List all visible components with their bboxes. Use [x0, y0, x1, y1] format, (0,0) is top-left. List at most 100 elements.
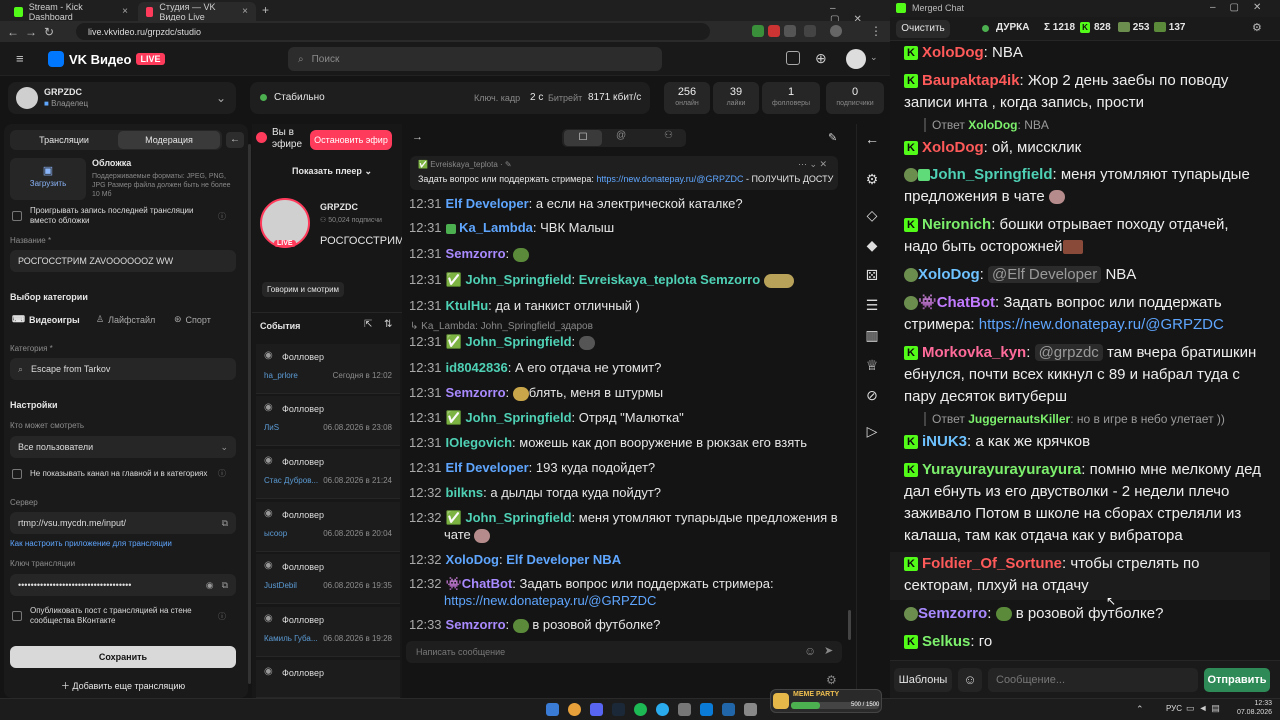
menu-icon[interactable]: ⋮ — [870, 24, 882, 38]
app-icon[interactable] — [700, 703, 713, 716]
play-last-checkbox-row[interactable]: Проигрывать запись последней трансляции … — [12, 206, 240, 226]
users-icon[interactable]: ⚇ — [664, 130, 673, 141]
message-link[interactable]: https://new.donatepay.ru/@GRPZDC — [444, 593, 656, 608]
chevron-down-icon[interactable]: ⌄ — [870, 52, 878, 63]
category-lifestyle[interactable]: ♙ Лайфстайл — [96, 314, 155, 325]
studio-icon[interactable] — [786, 51, 800, 65]
extension-icon[interactable] — [752, 25, 764, 37]
language-indicator[interactable]: РУС — [1166, 704, 1182, 713]
vk-message-input[interactable]: Написать сообщение ☺ ➤ — [406, 641, 842, 663]
checkbox[interactable] — [12, 468, 22, 479]
trophy-icon[interactable]: ♕ — [864, 357, 880, 373]
event-user[interactable]: Камиль Губа... — [264, 634, 318, 643]
gear-icon[interactable]: ⚙ — [826, 673, 837, 687]
username[interactable]: Morkovka_kyn — [922, 344, 1026, 361]
extensions-icon[interactable] — [804, 25, 816, 37]
username[interactable]: IOlegovich — [446, 435, 512, 450]
event-user[interactable]: ысоор — [264, 529, 287, 538]
username[interactable]: John_Springfield — [465, 272, 571, 287]
username[interactable]: XoloDog — [922, 139, 984, 156]
hide-channel-checkbox-row[interactable]: Не показывать канал на главной и в катег… — [12, 468, 240, 479]
username[interactable]: Semzorro — [446, 246, 506, 261]
system-status-icons[interactable]: ▭◄▤ — [1186, 703, 1224, 714]
templates-button[interactable]: Шаблоны — [894, 668, 952, 692]
event-user[interactable]: JustDebil — [264, 581, 297, 590]
mentions-icon[interactable]: @ — [616, 130, 626, 141]
tray-icons[interactable]: ⌃ — [1136, 704, 1144, 715]
chart-icon[interactable]: ▥ — [864, 327, 880, 343]
copy-icon[interactable]: ⧉ — [222, 518, 228, 529]
username[interactable]: ChatBot — [937, 294, 995, 311]
username[interactable]: Foldier_Of_Sortune — [922, 555, 1062, 572]
tab-streams[interactable]: Трансляции — [12, 131, 116, 149]
hamburger-icon[interactable]: ≡ — [16, 52, 32, 66]
blocked-icon[interactable]: ⊘ — [864, 387, 880, 403]
window-controls[interactable]: –▢✕ — [1210, 2, 1275, 13]
event-user[interactable]: ЛиS — [264, 423, 279, 432]
username[interactable]: John_Springfield — [465, 334, 571, 349]
extension-icon[interactable] — [784, 25, 796, 37]
channel-selector[interactable]: GRPZDC ■ Владелец ⌄ — [8, 82, 236, 114]
close-icon[interactable]: × — [122, 6, 128, 17]
profile-avatar[interactable] — [830, 25, 842, 37]
diamond-icon[interactable]: ◇ — [864, 207, 880, 223]
username[interactable]: Ka_Lambda — [459, 220, 533, 235]
send-icon[interactable]: ➤ — [824, 644, 833, 657]
clear-button[interactable]: Очистить — [896, 20, 950, 38]
merged-message-input[interactable]: Сообщение... — [988, 668, 1198, 692]
username[interactable]: KtulHu — [446, 298, 489, 313]
chrome-icon[interactable] — [568, 703, 581, 716]
vk-logo[interactable]: VK Видео LIVE — [48, 51, 165, 67]
setup-link[interactable]: Как настроить приложение для трансляции — [10, 539, 172, 548]
checkbox[interactable] — [12, 611, 22, 621]
category-field[interactable]: ⌕ Escape from Tarkov — [10, 358, 236, 380]
username[interactable]: Semzorro — [446, 385, 506, 400]
username[interactable]: Baupaktap4ik — [922, 72, 1020, 89]
message-link[interactable]: https://new.donatepay.ru/@GRPZDC — [979, 316, 1224, 333]
reply-preview[interactable]: ↳ Ka_Lambda: John_Springfield_здаров — [410, 321, 593, 332]
forward-icon[interactable]: → — [22, 25, 40, 39]
mention[interactable]: @Elf Developer — [988, 266, 1102, 283]
open-external-icon[interactable]: ⇱ — [364, 319, 372, 330]
back-arrow-icon[interactable]: ← — [864, 131, 880, 147]
play-icon[interactable]: ▷ — [864, 423, 880, 439]
steam-icon[interactable] — [612, 703, 625, 716]
app-icon[interactable] — [678, 703, 691, 716]
username[interactable]: John_Springfield — [465, 410, 571, 425]
avatar[interactable] — [846, 49, 866, 69]
reply-quote[interactable]: Ответ JuggernautsKiller: но в игре в неб… — [924, 412, 1225, 426]
chat-scrollbar[interactable] — [848, 610, 851, 640]
publish-post-checkbox-row[interactable]: Опубликовать пост с трансляцией на стене… — [12, 606, 240, 626]
list-icon[interactable]: ☰ — [864, 297, 880, 313]
filter-icon[interactable]: ⇅ — [384, 319, 392, 330]
username[interactable]: Semzorro — [918, 605, 987, 622]
telegram-icon[interactable] — [656, 703, 669, 716]
spotify-icon[interactable] — [634, 703, 647, 716]
server-field[interactable]: rtmp://vsu.mycdn.me/input/ ⧉ — [10, 512, 236, 534]
discord-icon[interactable] — [590, 703, 603, 716]
username[interactable]: Elf Developer — [446, 460, 529, 475]
url-field[interactable]: live.vkvideo.ru/grpzdc/studio — [76, 23, 710, 40]
info-icon[interactable]: ⓘ — [218, 468, 226, 479]
username[interactable]: iNUK3 — [922, 433, 967, 450]
gear-icon[interactable]: ⚙ — [1252, 21, 1262, 34]
clock-time[interactable]: 12:33 — [1232, 700, 1272, 707]
info-icon[interactable]: ⓘ — [218, 611, 226, 622]
event-user[interactable]: Стас Дубров... — [264, 476, 318, 485]
pin-icon[interactable]: ✎ — [828, 131, 837, 144]
add-icon[interactable]: ⊕ — [815, 50, 827, 67]
save-button[interactable]: Сохранить — [10, 646, 236, 668]
category-sport[interactable]: ⊛ Спорт — [174, 314, 211, 325]
reply-quote[interactable]: Ответ XoloDog: NBA — [924, 118, 1049, 132]
reload-icon[interactable]: ↻ — [40, 25, 58, 39]
username[interactable]: Selkus — [922, 633, 970, 650]
pinned-link[interactable]: https://new.donatepay.ru/@GRPZDC — [596, 174, 743, 184]
username[interactable]: bilkns — [446, 485, 484, 500]
collapse-panel-button[interactable]: ← — [226, 132, 244, 148]
username[interactable]: Semzorro — [446, 617, 506, 632]
send-button[interactable]: Отправить — [1204, 668, 1270, 692]
pinned-controls[interactable]: ⋯ ⌄ ✕ — [798, 159, 827, 170]
category-videogames[interactable]: ⌨ Видеоигры — [12, 314, 80, 325]
stop-stream-button[interactable]: Остановить эфир — [310, 130, 392, 150]
username[interactable]: XoloDog — [918, 266, 980, 283]
